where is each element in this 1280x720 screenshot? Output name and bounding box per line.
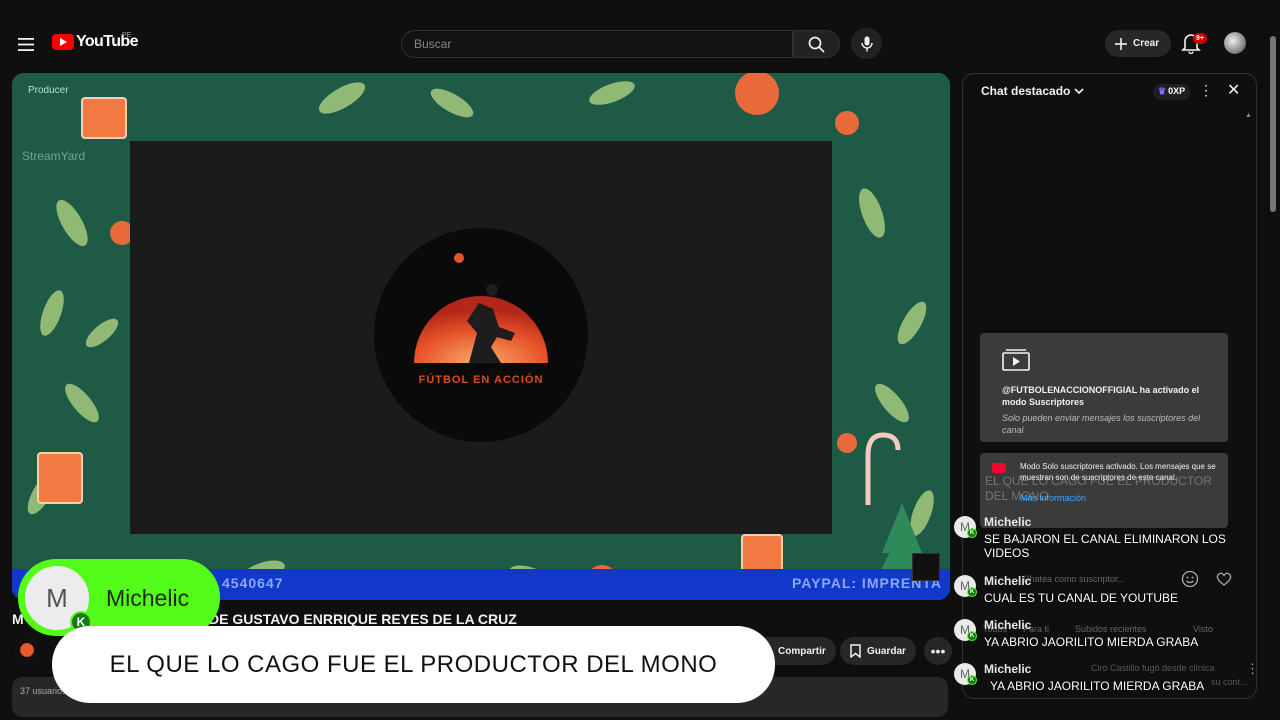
account-avatar[interactable]	[1224, 32, 1246, 54]
subscriber-card-title: @FUTBOLENACCIONOFFIGIAL ha activado el m…	[1002, 385, 1200, 407]
message-options-icon[interactable]: ⋮	[1246, 661, 1259, 677]
subscriptions-icon	[1002, 349, 1030, 371]
channel-logo-text: FÚTBOL EN ACCIÓN	[418, 374, 544, 386]
ghost-chat-text: EL QUE LO CAGO FUE EL PRODUCTOR DEL MONO	[985, 474, 1212, 503]
heart-icon[interactable]	[1215, 570, 1233, 588]
ghost-tab-recent: Subidos recientes	[1075, 624, 1147, 634]
video-title-text: A DE GUSTAVO ENRRIQUE REYES DE LA CRUZ	[195, 611, 517, 627]
save-label: Guardar	[867, 645, 906, 657]
chat-caption-overlay: EL QUE LO CAGO FUE EL PRODUCTOR DEL MONO	[52, 626, 775, 703]
kick-badge-icon: K	[967, 675, 977, 685]
more-actions-button[interactable]: •••	[924, 637, 952, 665]
search-icon	[808, 36, 825, 53]
overlay-user-name: Michelic	[106, 585, 190, 611]
notification-count-badge: 9+	[1193, 33, 1207, 44]
create-button[interactable]: Crear	[1105, 30, 1171, 57]
message-author: Michelic	[984, 618, 1032, 632]
channel-thumbnail-overlay[interactable]	[912, 553, 940, 581]
create-label: Crear	[1133, 38, 1160, 49]
ghost-related-title: Ciro Castillo fugó desde clínica	[1091, 663, 1215, 673]
xp-badge[interactable]: ♛ 0XP	[1153, 84, 1191, 100]
message-author: Michelic	[984, 574, 1032, 588]
save-button[interactable]: Guardar	[840, 637, 916, 665]
emoji-icon[interactable]	[1181, 570, 1199, 588]
close-chat-icon[interactable]: ✕	[1227, 80, 1240, 100]
message-author: Michelic	[984, 515, 1032, 529]
ghost-tab-watched: Visto	[1193, 624, 1213, 634]
scroll-up-icon[interactable]: ▲	[1245, 112, 1252, 119]
ticker-left-text: 4540647	[222, 575, 284, 591]
overlay-caption-text: EL QUE LO CAGO FUE EL PRODUCTOR DEL MONO	[109, 650, 718, 678]
search-box[interactable]	[401, 30, 793, 58]
chat-header-title: Chat destacado	[981, 84, 1071, 98]
soccer-player-logo	[414, 253, 548, 363]
channel-logo: FÚTBOL EN ACCIÓN	[374, 228, 588, 442]
message-author: Michelic	[984, 662, 1032, 676]
bookmark-icon	[850, 644, 861, 658]
menu-icon[interactable]	[14, 32, 38, 56]
youtube-play-icon	[52, 34, 74, 50]
search-button[interactable]	[793, 30, 840, 58]
message-text: YA ABRIO JAORILITO MIERDA GRABA	[984, 635, 1199, 649]
chat-input-placeholder[interactable]: Chatea como suscriptor...	[1023, 574, 1125, 584]
chat-mode-selector[interactable]: Chat destacado	[981, 84, 1084, 98]
region-code: PE	[122, 32, 132, 39]
message-text: YA ABRIO JAORILITO MIERDA GRABA	[990, 679, 1205, 693]
producer-tag: Producer	[28, 85, 69, 96]
kick-badge-icon: K	[967, 631, 977, 641]
message-text: CUAL ES TU CANAL DE YOUTUBE	[984, 591, 1179, 605]
subscriber-mode-card: @FUTBOLENACCIONOFFIGIAL ha activado el m…	[980, 333, 1228, 442]
chat-options-icon[interactable]: ⋮	[1199, 82, 1213, 99]
youtube-icon	[992, 463, 1006, 473]
microphone-icon	[860, 36, 873, 51]
channel-avatar[interactable]	[14, 637, 40, 663]
kick-badge-icon: K	[967, 587, 977, 597]
more-horizontal-icon: •••	[930, 643, 946, 659]
crown-icon: ♛	[1158, 86, 1167, 96]
voice-search-button[interactable]	[851, 28, 882, 59]
chevron-down-icon	[1074, 87, 1084, 94]
streamyard-watermark: StreamYard	[22, 149, 86, 163]
plus-icon	[1115, 37, 1127, 50]
chat-user-overlay: M K Michelic	[18, 559, 220, 636]
share-label: Compartir	[778, 645, 826, 657]
page-scrollbar-thumb[interactable]	[1270, 36, 1276, 212]
kick-badge-icon: K	[967, 528, 977, 538]
video-player[interactable]: Producer StreamYard FÚTBOL EN ACCIÓN 454…	[12, 73, 950, 600]
xp-label: 0XP	[1168, 86, 1186, 96]
subscriber-card-subtitle: Solo pueden enviar mensajes los suscript…	[1002, 413, 1201, 435]
search-input[interactable]	[414, 37, 792, 51]
live-chat-panel: Chat destacado ♛ 0XP ⋮ ✕ ▲ @FUTBOLENACCIO…	[962, 73, 1257, 699]
message-text: SE BAJARON EL CANAL ELIMINARON LOS VIDEO…	[984, 532, 1226, 560]
